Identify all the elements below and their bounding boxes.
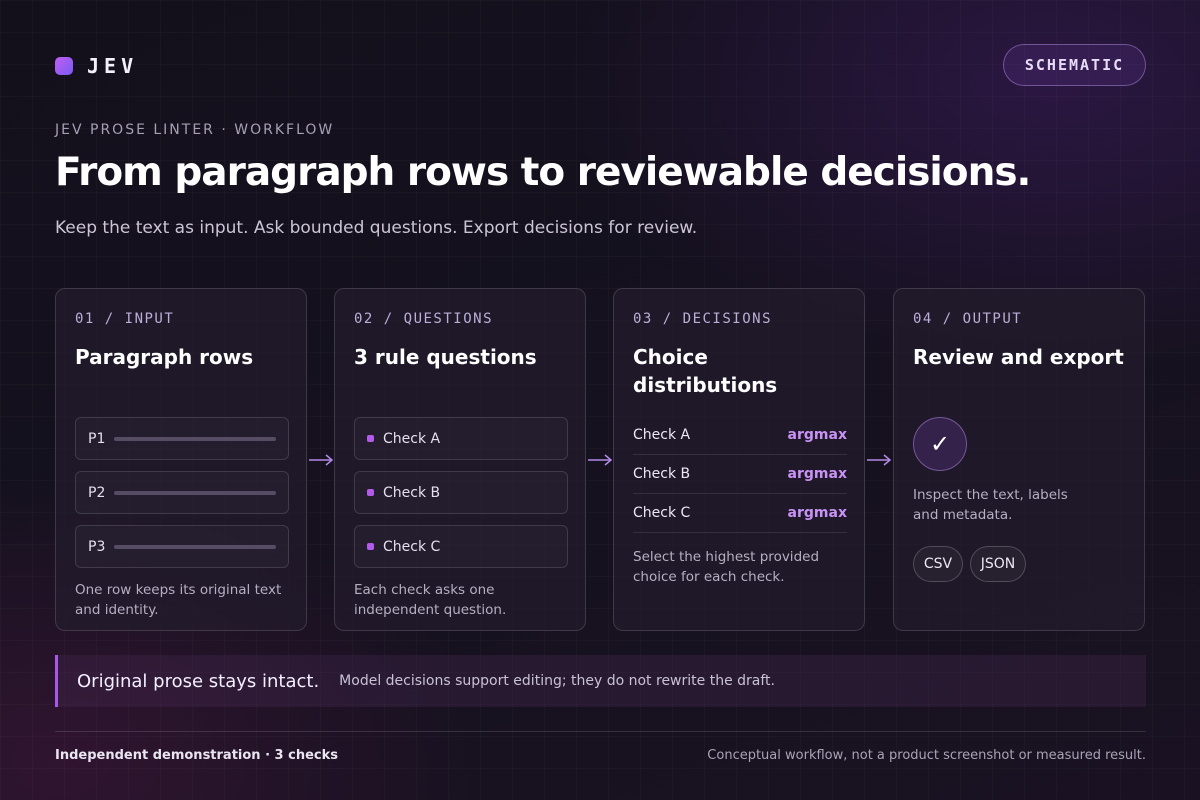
decision-label: Check B [633, 466, 691, 482]
check-item: Check C [354, 525, 568, 568]
check-item: Check B [354, 471, 568, 514]
callout-text: Model decisions support editing; they do… [339, 673, 775, 689]
card-title: Choice distributions [633, 345, 778, 397]
card-title: 3 rule questions [354, 345, 537, 369]
divider [55, 731, 1146, 732]
card-output: 04 / OUTPUT Review and export ✓ Inspect … [893, 288, 1145, 631]
row-label: P3 [88, 538, 106, 555]
card-step: 03 / DECISIONS [633, 311, 773, 327]
arrow-right-icon [867, 454, 892, 466]
brand-name: JEV [87, 54, 139, 78]
page-subtitle: Keep the text as input. Ask bounded ques… [55, 218, 698, 238]
kicker: JEV PROSE LINTER · WORKFLOW [55, 122, 335, 138]
page-title: From paragraph rows to reviewable decisi… [55, 150, 1031, 195]
check-label: Check C [383, 538, 441, 555]
arrow-right-icon [588, 454, 613, 466]
check-item: Check A [354, 417, 568, 460]
card-step: 01 / INPUT [75, 311, 175, 327]
card-step: 04 / OUTPUT [913, 311, 1023, 327]
decision-value: argmax [787, 505, 847, 521]
footer-right: Conceptual workflow, not a product scree… [707, 748, 1146, 763]
card-title: Paragraph rows [75, 345, 254, 369]
decision-label: Check C [633, 505, 691, 521]
decision-label: Check A [633, 427, 691, 443]
brand: JEV [55, 54, 138, 78]
card-questions: 02 / QUESTIONS 3 rule questions Check A … [334, 288, 586, 631]
bullet-icon [367, 435, 374, 442]
card-note: Inspect the text, labels and metadata. [913, 487, 1068, 523]
decision-row: Check B argmax [633, 455, 847, 494]
arrow-right-icon [309, 454, 334, 466]
schematic-badge: SCHEMATIC [1003, 44, 1146, 86]
card-note: One row keeps its original text and iden… [75, 582, 282, 618]
callout: Original prose stays intact. Model decis… [55, 655, 1146, 707]
paragraph-row: P2 [75, 471, 289, 514]
paragraph-row: P1 [75, 417, 289, 460]
format-json-button[interactable]: JSON [970, 546, 1026, 582]
bullet-icon [367, 489, 374, 496]
card-note: Each check asks one independent question… [354, 582, 507, 618]
format-csv-button[interactable]: CSV [913, 546, 963, 582]
footer-left: Independent demonstration · 3 checks [55, 748, 338, 763]
card-note: Select the highest provided choice for e… [633, 549, 820, 585]
callout-heading: Original prose stays intact. [77, 670, 320, 692]
text-placeholder-line [114, 544, 276, 549]
row-label: P1 [88, 430, 106, 447]
decision-row: Check A argmax [633, 416, 847, 455]
decision-value: argmax [787, 466, 847, 482]
card-input: 01 / INPUT Paragraph rows P1 P2 P3 One r… [55, 288, 307, 631]
decision-value: argmax [787, 427, 847, 443]
check-label: Check B [383, 484, 441, 501]
card-step: 02 / QUESTIONS [354, 311, 494, 327]
card-decisions: 03 / DECISIONS Choice distributions Chec… [613, 288, 865, 631]
text-placeholder-line [114, 436, 276, 441]
paragraph-row: P3 [75, 525, 289, 568]
checkmark-icon: ✓ [913, 417, 967, 471]
row-label: P2 [88, 484, 106, 501]
decision-row: Check C argmax [633, 494, 847, 533]
text-placeholder-line [114, 490, 276, 495]
card-title: Review and export [913, 345, 1124, 369]
logo-icon [55, 57, 73, 75]
check-label: Check A [383, 430, 441, 447]
bullet-icon [367, 543, 374, 550]
